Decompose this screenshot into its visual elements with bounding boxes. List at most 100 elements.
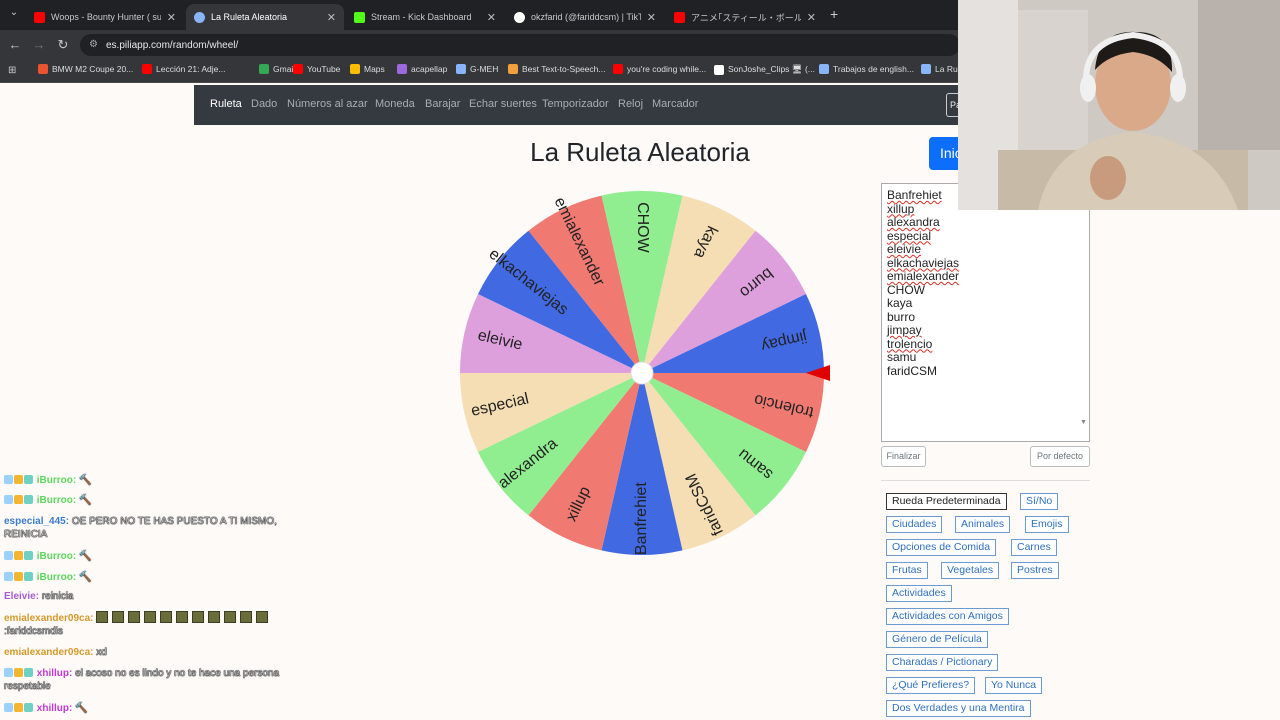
- nav-marcador[interactable]: Marcador: [652, 98, 698, 110]
- bookmark-item[interactable]: Maps: [350, 64, 385, 74]
- chat-username: iBurroo:: [36, 572, 77, 583]
- bookmark-item[interactable]: Lección 21: Adje...: [142, 64, 225, 74]
- chat-badge-icon: [4, 551, 13, 560]
- browser-tab-active[interactable]: La Ruleta Aleatoria ✕: [186, 4, 344, 30]
- address-bar[interactable]: ⚙ es.piliapp.com/random/wheel/: [80, 34, 960, 56]
- chat-emote-icon: [192, 611, 205, 623]
- apps-grid-icon[interactable]: ⊞: [8, 65, 18, 76]
- chat-badge-icon: [14, 551, 23, 560]
- name-entry: trolencio: [887, 336, 933, 351]
- scroll-down-icon[interactable]: ▼: [1080, 419, 1087, 426]
- chat-text: el acoso no es lindo y no te hace una pe…: [75, 668, 280, 679]
- browser-tab[interactable]: アニメ｢スティール・ボール・ラン ジョジ ✕: [666, 4, 824, 30]
- close-tab-icon[interactable]: ✕: [167, 11, 176, 24]
- nav-barajar[interactable]: Barajar: [425, 98, 460, 110]
- nav-reloj[interactable]: Reloj: [618, 98, 643, 110]
- preset-button[interactable]: Postres: [1011, 562, 1059, 579]
- nav-echar-suertes[interactable]: Echar suertes: [469, 98, 537, 110]
- preset-button[interactable]: Charadas / Pictionary: [886, 654, 999, 671]
- back-arrow-icon[interactable]: ←: [7, 37, 23, 52]
- nav-ruleta[interactable]: Ruleta: [210, 98, 242, 110]
- bookmark-favicon-icon: [456, 64, 466, 74]
- preset-button[interactable]: Carnes: [1011, 539, 1057, 556]
- chat-badge-icon: [4, 572, 13, 581]
- nav-moneda[interactable]: Moneda: [375, 98, 415, 110]
- bookmark-label: acapellap: [411, 64, 448, 74]
- chat-badge-icon: [14, 475, 23, 484]
- bookmark-label: Maps: [364, 64, 385, 74]
- nav-temporizador[interactable]: Temporizador: [542, 98, 609, 110]
- bookmark-favicon-icon: [293, 64, 303, 74]
- finish-button[interactable]: Finalizar: [881, 446, 926, 467]
- chat-text: 🔨: [79, 572, 92, 583]
- preset-button[interactable]: ¿Qué Prefieres?: [886, 677, 976, 694]
- default-button[interactable]: Por defecto: [1030, 446, 1090, 467]
- bookmark-favicon-icon: [714, 64, 724, 75]
- browser-tab[interactable]: okzfarid (@fariddcsm) | TikTok ✕: [506, 4, 664, 30]
- bookmark-label: Lección 21: Adje...: [156, 64, 226, 74]
- name-entry: samu: [887, 350, 917, 364]
- tab-search-icon[interactable]: ⌄: [6, 7, 22, 23]
- bookmark-item[interactable]: SonJoshe_Clips 🖥 (...: [714, 64, 815, 75]
- wheel-center-hub[interactable]: [630, 361, 654, 385]
- browser-tab[interactable]: Stream - Kick Dashboard ✕: [346, 4, 504, 30]
- bookmark-item[interactable]: BMW M2 Coupe 20...: [38, 64, 133, 74]
- close-tab-icon[interactable]: ✕: [487, 11, 496, 24]
- chat-text: 🔨: [79, 551, 92, 562]
- nav-numeros[interactable]: Números al azar: [287, 98, 368, 110]
- bookmark-label: BMW M2 Coupe 20...: [52, 64, 134, 74]
- tab-title: Stream - Kick Dashboard: [371, 12, 472, 22]
- chat-text: OE PERO NO TE HAS PUESTO A TI MISMO,: [71, 516, 277, 527]
- preset-button[interactable]: Ciudades: [886, 516, 943, 533]
- chat-message: especial_445: OE PERO NO TE HAS PUESTO A…: [4, 515, 277, 541]
- tab-title: La Ruleta Aleatoria: [211, 12, 288, 22]
- site-info-icon[interactable]: ⚙: [89, 39, 98, 50]
- bookmark-item[interactable]: Best Text-to-Speech...: [508, 64, 605, 74]
- bookmark-item[interactable]: acapellap: [397, 64, 447, 74]
- bookmark-item[interactable]: you're coding while...: [613, 64, 706, 74]
- bookmark-item[interactable]: YouTube: [293, 64, 340, 74]
- page-title: La Ruleta Aleatoria: [530, 137, 750, 167]
- preset-button[interactable]: Género de Película: [886, 631, 988, 648]
- url-text: es.piliapp.com/random/wheel/: [106, 39, 239, 51]
- preset-button[interactable]: Rueda Predeterminada: [886, 493, 1007, 510]
- webcam-overlay: [958, 0, 1280, 210]
- close-tab-icon[interactable]: ✕: [807, 11, 816, 24]
- names-textarea[interactable]: Banfrehiet xillup alexandra especial eleivie…: [881, 183, 1090, 442]
- nav-dado[interactable]: Dado: [251, 98, 277, 110]
- chat-badge-icon: [14, 495, 23, 504]
- preset-button[interactable]: Actividades con Amigos: [886, 608, 1009, 625]
- preset-button[interactable]: Actividades: [886, 585, 952, 602]
- tiktok-icon: [514, 11, 525, 23]
- close-tab-icon[interactable]: ✕: [327, 11, 336, 24]
- browser-tab[interactable]: Woops - Bounty Hunter ( super ✕: [26, 4, 184, 30]
- bookmark-item[interactable]: La Rul: [921, 64, 960, 74]
- preset-button[interactable]: Animales: [955, 516, 1011, 533]
- chat-message: iBurroo: 🔨: [4, 550, 92, 563]
- chat-username: xhillup:: [36, 668, 73, 679]
- new-tab-icon[interactable]: +: [830, 6, 838, 22]
- bookmark-favicon-icon: [508, 64, 518, 74]
- bookmark-item[interactable]: Trabajos de english...: [819, 64, 914, 74]
- close-tab-icon[interactable]: ✕: [647, 11, 656, 24]
- bookmark-item[interactable]: G-MEH: [456, 64, 498, 74]
- roulette-wheel[interactable]: CHOW kayaburrojimpaytrolenciosamufaridCSM…: [459, 180, 825, 566]
- chat-badge-icon: [24, 668, 33, 677]
- preset-button[interactable]: Yo Nunca: [985, 677, 1043, 694]
- chat-emote-icon: [112, 611, 125, 623]
- chat-badge-icon: [24, 703, 33, 712]
- preset-button[interactable]: Vegetales: [941, 562, 1000, 579]
- chat-text: respetable: [4, 681, 51, 692]
- preset-button[interactable]: Opciones de Comida: [886, 539, 997, 556]
- preset-button[interactable]: Sí/No: [1020, 493, 1059, 510]
- forward-arrow-icon[interactable]: →: [31, 37, 47, 52]
- chat-emote-icon: [96, 611, 109, 623]
- preset-button[interactable]: Emojis: [1025, 516, 1069, 533]
- bookmark-favicon-icon: [613, 64, 623, 74]
- bookmark-item[interactable]: Gmail: [259, 64, 295, 74]
- chat-text: 🔨: [75, 703, 88, 714]
- preset-button[interactable]: Dos Verdades y una Mentira: [886, 700, 1031, 717]
- preset-button[interactable]: Frutas: [886, 562, 928, 579]
- reload-icon[interactable]: ↻: [55, 37, 71, 53]
- name-entry: especial: [887, 228, 932, 243]
